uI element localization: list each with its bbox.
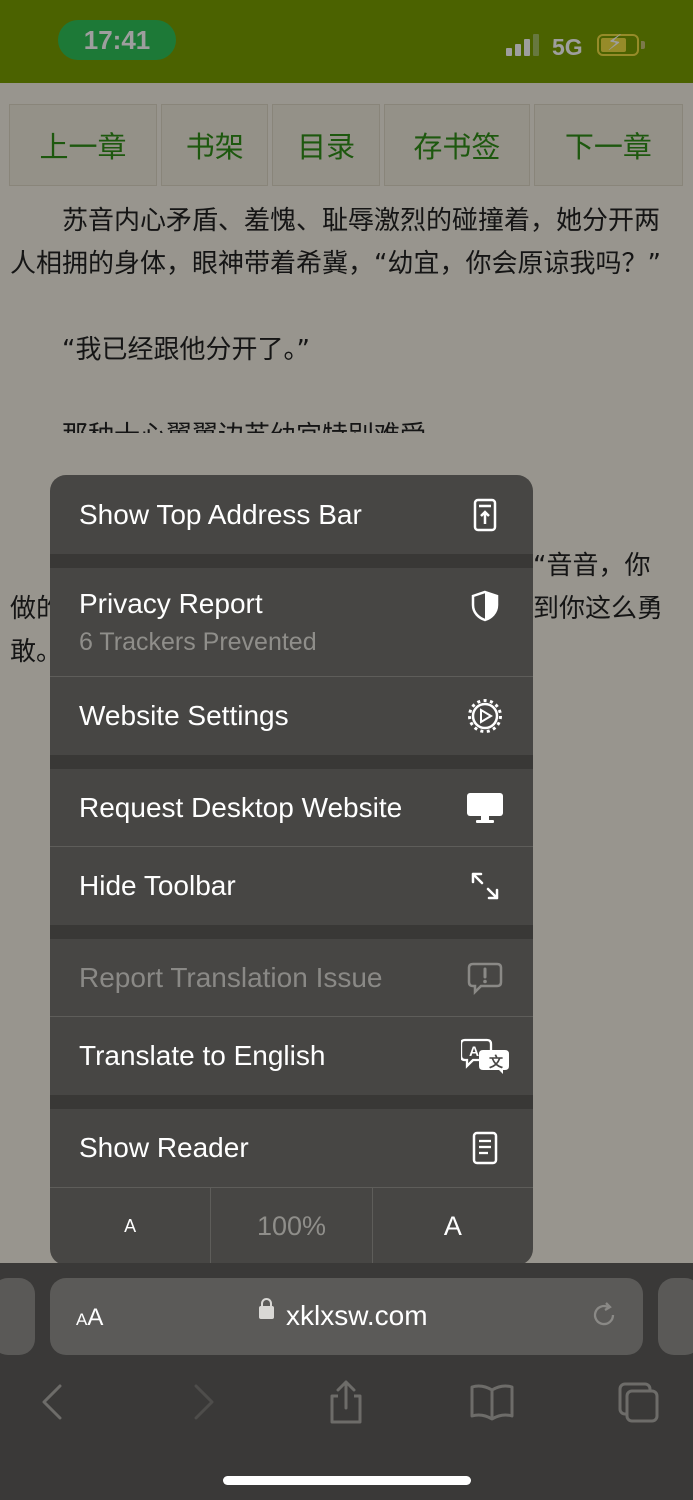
- exclamation-bubble-icon: [465, 958, 505, 998]
- report-translation-issue-item[interactable]: Report Translation Issue: [50, 939, 533, 1017]
- hide-toolbar-item[interactable]: Hide Toolbar: [50, 847, 533, 925]
- privacy-report-item[interactable]: Privacy Report 6 Trackers Prevented: [50, 568, 533, 677]
- menu-separator: [50, 925, 533, 939]
- address-bar[interactable]: AA xklxsw.com: [50, 1278, 643, 1355]
- desktop-icon: [465, 788, 505, 828]
- previous-tab-preview[interactable]: [0, 1278, 35, 1355]
- request-desktop-website-item[interactable]: Request Desktop Website: [50, 769, 533, 847]
- menu-separator: [50, 1095, 533, 1109]
- show-top-address-bar-item[interactable]: Show Top Address Bar: [50, 475, 533, 554]
- zoom-level[interactable]: 100%: [211, 1188, 373, 1265]
- next-tab-preview[interactable]: [658, 1278, 693, 1355]
- url-text: xklxsw.com: [286, 1300, 428, 1331]
- menu-separator: [50, 554, 533, 568]
- website-settings-item[interactable]: Website Settings: [50, 677, 533, 755]
- reader-icon: [465, 1128, 505, 1168]
- shield-icon: [465, 586, 505, 626]
- share-icon[interactable]: [322, 1378, 370, 1426]
- lock-icon: [259, 1298, 274, 1319]
- zoom-in-button[interactable]: A: [373, 1188, 533, 1265]
- bookmarks-icon[interactable]: [468, 1378, 516, 1426]
- back-arrow-icon[interactable]: [30, 1378, 78, 1426]
- gear-icon: [465, 696, 505, 736]
- svg-text:A: A: [469, 1043, 479, 1059]
- tabs-icon[interactable]: [614, 1378, 662, 1426]
- zoom-out-button[interactable]: A: [50, 1188, 212, 1265]
- svg-text:文: 文: [489, 1054, 504, 1071]
- zoom-controls: A 100% A: [50, 1188, 533, 1265]
- menu-separator: [50, 755, 533, 769]
- page-menu: Show Top Address Bar Privacy Report 6 Tr…: [50, 475, 533, 1265]
- translate-to-english-item[interactable]: Translate to English A文: [50, 1017, 533, 1095]
- page-settings-button[interactable]: AA: [76, 1304, 103, 1332]
- reload-icon[interactable]: [589, 1300, 619, 1330]
- bottom-toolbar: AA xklxsw.com: [0, 1263, 693, 1500]
- forward-arrow-icon[interactable]: [178, 1378, 226, 1426]
- show-reader-item[interactable]: Show Reader: [50, 1109, 533, 1188]
- home-indicator[interactable]: [223, 1476, 471, 1485]
- trackers-prevented-text: 6 Trackers Prevented: [79, 627, 317, 656]
- expand-arrows-icon: [465, 866, 505, 906]
- top-address-bar-icon: [465, 495, 505, 535]
- translate-icon: A文: [461, 1036, 511, 1076]
